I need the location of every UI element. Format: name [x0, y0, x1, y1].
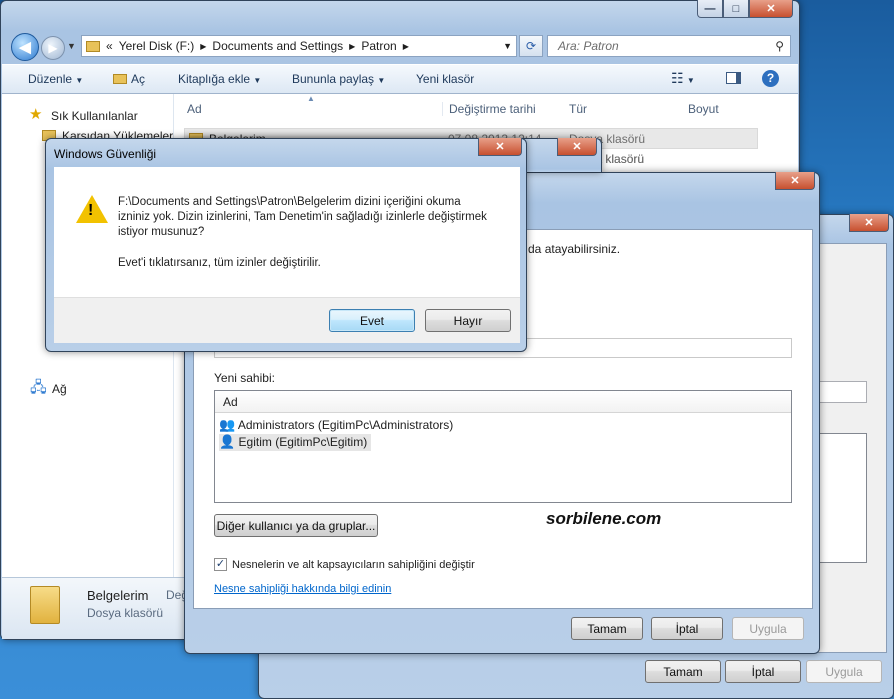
- group-icon: 👥: [219, 417, 236, 432]
- address-overflow[interactable]: «: [106, 39, 113, 53]
- other-users-button[interactable]: Diğer kullanıcı ya da gruplar...: [214, 514, 378, 537]
- crumb-chevron-icon: ▶: [200, 41, 207, 51]
- search-box[interactable]: Ara: Patron ⚲: [547, 35, 791, 57]
- explorer-caption-buttons: — □ ✕: [697, 0, 793, 18]
- new-folder-button[interactable]: Yeni klasör: [416, 72, 474, 86]
- close-button[interactable]: ✕: [557, 138, 597, 156]
- owner-dialog-caption-buttons: ✕: [775, 172, 815, 190]
- view-options-button[interactable]: ☷ ▼: [671, 70, 695, 87]
- dropdown-arrow-icon: ▼: [377, 76, 386, 85]
- dropdown-arrow-icon: ▼: [253, 76, 262, 85]
- no-button[interactable]: Hayır: [425, 309, 511, 332]
- sort-arrow-icon: ▲: [307, 94, 315, 103]
- share-menu[interactable]: Bununla paylaş ▼: [292, 72, 385, 86]
- address-crumb-patron[interactable]: Patron: [361, 39, 396, 53]
- details-name: Belgelerim: [87, 588, 149, 603]
- column-header-type[interactable]: Tür: [569, 102, 587, 116]
- new-owner-label: Yeni sahibi:: [214, 371, 275, 385]
- back-button[interactable]: ◀: [11, 33, 39, 61]
- refresh-icon: ⟳: [525, 39, 537, 53]
- back-dialog-caption-buttons: ✕: [849, 214, 889, 232]
- address-crumb-drive[interactable]: Yerel Disk (F:): [119, 39, 195, 53]
- warning-exclamation-icon: !: [88, 202, 94, 219]
- back-dialog-field[interactable]: [819, 381, 867, 403]
- back-dialog-list[interactable]: [819, 433, 867, 563]
- owner-ok-button[interactable]: Tamam: [571, 617, 643, 640]
- close-button[interactable]: ✕: [478, 138, 522, 156]
- security-message: F:\Documents and Settings\Patron\Belgele…: [118, 196, 487, 238]
- organize-label: Düzenle: [28, 72, 73, 86]
- owner-list-header[interactable]: Ad: [215, 391, 791, 413]
- address-bar[interactable]: « Yerel Disk (F:) ▶ Documents and Settin…: [81, 35, 517, 57]
- nav-network[interactable]: Ağ: [52, 382, 67, 396]
- owner-info-link[interactable]: Nesne sahipliği hakkında bilgi edinin: [214, 583, 391, 595]
- address-crumb-docs[interactable]: Documents and Settings: [212, 39, 343, 53]
- nav-favorites[interactable]: Sık Kullanılanlar: [51, 109, 138, 123]
- share-label: Bununla paylaş: [292, 72, 375, 86]
- watermark-text: sorbilene.com: [546, 509, 662, 528]
- large-folder-icon: [30, 586, 60, 624]
- view-list-icon: ☷: [671, 70, 684, 86]
- crumb-chevron-icon: ▶: [349, 41, 356, 51]
- owner-list[interactable]: Ad 👥 Administrators (EgitimPc\Administra…: [214, 390, 792, 503]
- preview-pane-button[interactable]: [726, 72, 741, 87]
- new-folder-label: Yeni klasör: [416, 72, 475, 86]
- security-dialog-title: Windows Güvenliği: [54, 147, 157, 161]
- replace-owner-label[interactable]: Nesnelerin ve alt kapsayıcıların sahipli…: [232, 559, 475, 571]
- owner-apply-button: Uygula: [732, 617, 804, 640]
- back-apply-button: Uygula: [806, 660, 882, 683]
- folder-icon: [86, 40, 100, 52]
- open-label: Aç: [131, 72, 146, 86]
- owner-cancel-button[interactable]: İptal: [651, 617, 723, 640]
- close-button[interactable]: ✕: [749, 0, 793, 18]
- back-ok-button[interactable]: Tamam: [645, 660, 721, 683]
- refresh-button[interactable]: ⟳: [519, 35, 543, 57]
- help-icon: ?: [762, 70, 779, 87]
- include-library-label: Kitaplığa ekle: [178, 72, 251, 86]
- arrow-left-icon: ◀: [19, 39, 31, 56]
- yes-button[interactable]: Evet: [329, 309, 415, 332]
- help-button[interactable]: ?: [762, 70, 779, 87]
- maximize-button[interactable]: □: [723, 0, 749, 18]
- network-icon: 🖧: [30, 379, 47, 396]
- address-dropdown-icon[interactable]: ▼: [503, 41, 512, 51]
- owner-list-item[interactable]: 👥 Administrators (EgitimPc\Administrator…: [219, 417, 453, 433]
- owner-list-item-selected[interactable]: 👤 Egitim (EgitimPc\Egitim): [219, 434, 372, 451]
- open-button[interactable]: Aç: [113, 72, 145, 86]
- owner-name: Egitim (EgitimPc\Egitim): [238, 435, 368, 449]
- search-placeholder: Ara: Patron: [558, 39, 619, 53]
- owner-partial-text: ya da atayabilirsiniz.: [512, 242, 621, 256]
- user-icon: 👤: [219, 434, 236, 449]
- history-dropdown-icon[interactable]: ▼: [67, 41, 76, 51]
- dropdown-arrow-icon: ▼: [75, 76, 84, 85]
- column-header-name[interactable]: Ad: [187, 102, 202, 116]
- minimize-button[interactable]: —: [697, 0, 723, 18]
- details-type: Dosya klasörü: [87, 606, 164, 620]
- security-note: Evet'i tıklatırsanız, tüm izinler değişt…: [118, 257, 321, 269]
- owner-name: Administrators (EgitimPc\Administrators): [237, 418, 454, 432]
- dropdown-arrow-icon: ▼: [686, 76, 695, 85]
- close-button[interactable]: ✕: [849, 214, 889, 232]
- security-caption-buttons: ✕: [478, 138, 522, 156]
- security-dialog-body: ! F:\Documents and Settings\Patron\Belge…: [54, 167, 520, 297]
- forward-button[interactable]: ▶: [41, 36, 65, 60]
- replace-owner-checkbox[interactable]: ✓: [214, 558, 227, 571]
- owner-list-header-label: Ad: [223, 395, 238, 409]
- open-folder-icon: [113, 74, 127, 84]
- crumb-chevron-icon: ▶: [402, 41, 409, 51]
- organize-menu[interactable]: Düzenle ▼: [28, 72, 83, 86]
- column-header-size[interactable]: Boyut: [688, 102, 719, 116]
- close-button[interactable]: ✕: [775, 172, 815, 190]
- back-cancel-button[interactable]: İptal: [725, 660, 801, 683]
- column-header-date[interactable]: Değiştirme tarihi: [442, 102, 536, 116]
- intermediate-caption-buttons: ✕: [557, 138, 597, 156]
- favorites-star-icon: ★: [29, 106, 43, 123]
- preview-pane-icon: [726, 72, 741, 84]
- include-library-menu[interactable]: Kitaplığa ekle ▼: [178, 72, 261, 86]
- security-dialog: Windows Güvenliği ✕ ! F:\Documents and S…: [45, 138, 527, 352]
- search-icon[interactable]: ⚲: [775, 39, 784, 53]
- arrow-right-icon: ▶: [48, 41, 58, 55]
